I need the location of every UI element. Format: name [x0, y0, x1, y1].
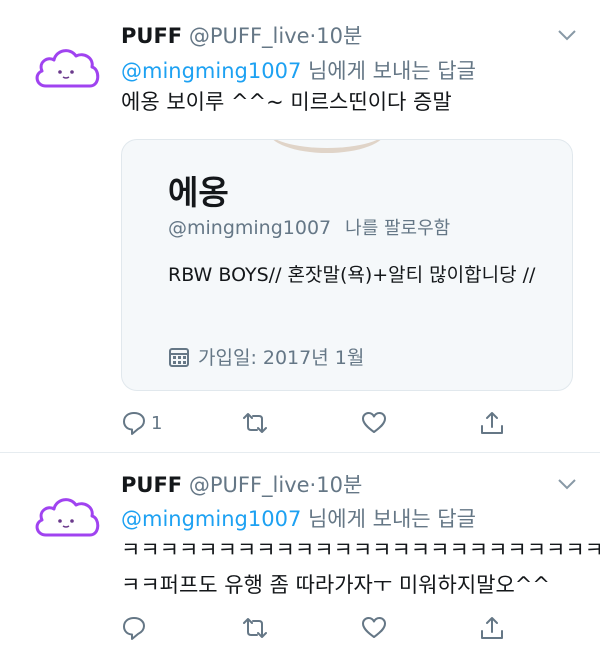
share-icon [481, 617, 503, 639]
tweet-text-line: ㅋㅋ퍼프도 유행 좀 따라가자ㅜ 미워하지말오^^ [121, 573, 550, 597]
reply-button[interactable]: 1 [121, 410, 162, 436]
tweet-actions: 1 [0, 410, 600, 442]
replying-to: @mingming1007 님에게 보내는 답글 [121, 55, 476, 85]
replying-to: @mingming1007 님에게 보내는 답글 [121, 503, 476, 533]
heart-icon [362, 617, 386, 638]
tweet[interactable]: PUFF @PUFF_live·10분 @mingming1007 님에게 보내… [0, 453, 600, 651]
calendar-icon [169, 347, 189, 367]
retweet-icon [243, 618, 267, 638]
reply-button[interactable] [121, 615, 147, 641]
cloud-avatar-icon[interactable] [32, 44, 102, 90]
card-handle-row: @mingming1007 나를 팔로우함 [168, 214, 450, 240]
share-icon [481, 412, 503, 434]
tweet-time[interactable]: 10분 [316, 473, 362, 497]
follows-you-label: 나를 팔로우함 [345, 218, 451, 239]
like-button[interactable] [361, 615, 387, 641]
share-button[interactable] [479, 615, 505, 641]
tweet-text-line: ㅋㅋㅋㅋㅋㅋㅋㅋㅋㅋㅋㅋㅋㅋㅋㅋㅋㅋㅋㅋㅋㅋㅋㅋㅋ [121, 538, 600, 562]
display-name[interactable]: PUFF [121, 24, 182, 48]
reply-icon [123, 617, 145, 640]
reply-icon [123, 412, 145, 435]
share-button[interactable] [479, 410, 505, 436]
tweet[interactable]: PUFF @PUFF_live·10분 @mingming1007 님에게 보내… [0, 0, 600, 452]
card-handle: @mingming1007 [168, 217, 332, 239]
card-joined-row: 가입일: 2017년 1월 [168, 343, 364, 370]
reply-suffix: 님에게 보내는 답글 [301, 507, 476, 531]
tweet-time[interactable]: 10분 [316, 24, 362, 48]
tweet-header: PUFF @PUFF_live·10분 [121, 20, 362, 50]
user-handle[interactable]: @PUFF_live [189, 473, 310, 497]
tweet-text: 에옹 보이루 ^^~ 미르스띤이다 증말 [121, 85, 452, 120]
tweet-header: PUFF @PUFF_live·10분 [121, 469, 362, 499]
reply-count: 1 [151, 412, 163, 434]
chevron-down-icon[interactable] [557, 28, 577, 42]
like-button[interactable] [361, 410, 387, 436]
card-joined-date: 가입일: 2017년 1월 [198, 347, 365, 369]
card-avatar-edge [268, 140, 386, 153]
display-name[interactable]: PUFF [121, 473, 182, 497]
retweet-icon [243, 413, 267, 433]
tweet-actions [0, 615, 600, 647]
tweet-text-line: 에옹 보이루 ^^~ 미르스띤이다 증말 [121, 90, 452, 114]
user-handle[interactable]: @PUFF_live [189, 24, 310, 48]
chevron-down-icon[interactable] [557, 477, 577, 491]
retweet-button[interactable] [242, 615, 268, 641]
tweet-text: ㅋㅋㅋㅋㅋㅋㅋㅋㅋㅋㅋㅋㅋㅋㅋㅋㅋㅋㅋㅋㅋㅋㅋㅋㅋ ㅋㅋ퍼프도 유행 좀 따라가… [121, 533, 600, 603]
cloud-avatar-icon[interactable] [32, 493, 102, 539]
profile-card[interactable]: 에옹 @mingming1007 나를 팔로우함 RBW BOYS// 혼잣말(욕… [121, 139, 573, 391]
retweet-button[interactable] [242, 410, 268, 436]
card-display-name: 에옹 [168, 173, 229, 212]
reply-mention-link[interactable]: @mingming1007 [121, 59, 301, 83]
card-bio: RBW BOYS// 혼잣말(욕)+알티 많이합니당 // [168, 264, 536, 286]
heart-icon [362, 412, 386, 433]
reply-mention-link[interactable]: @mingming1007 [121, 507, 301, 531]
reply-suffix: 님에게 보내는 답글 [301, 59, 476, 83]
